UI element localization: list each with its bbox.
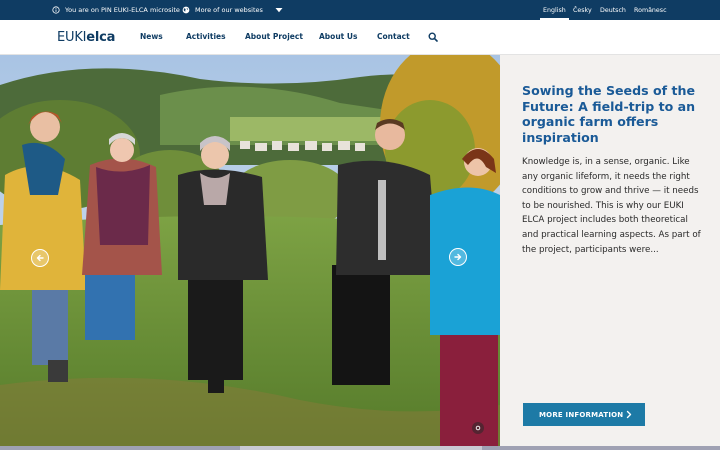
site-logo[interactable]: EUKIelca	[57, 30, 115, 45]
carousel-dot[interactable]	[472, 422, 484, 434]
lang-romanian[interactable]: Românesc	[634, 0, 667, 20]
nav-about-us[interactable]: About Us	[319, 32, 357, 41]
arrow-left-circle-icon	[36, 254, 44, 262]
nav-news[interactable]: News	[140, 32, 163, 41]
more-websites-dropdown[interactable]: More of our websites	[182, 0, 283, 20]
logo-elca: elca	[86, 30, 116, 45]
bottom-strip	[0, 446, 720, 450]
nav-activities[interactable]: Activities	[186, 32, 226, 41]
strip-segment	[0, 446, 240, 450]
lang-german[interactable]: Deutsch	[600, 0, 626, 20]
hero-photo-illustration	[0, 55, 500, 450]
top-bar: You are on PIN EUKI-ELCA microsite More …	[0, 0, 720, 20]
nav-contact[interactable]: Contact	[377, 32, 410, 41]
websites-label: More of our websites	[195, 6, 263, 14]
microsite-notice: You are on PIN EUKI-ELCA microsite	[52, 0, 180, 20]
main-nav: EUKIelca News Activities About Project A…	[0, 20, 720, 55]
logo-euki: EUKI	[57, 30, 87, 45]
caret-down-icon	[275, 8, 283, 13]
strip-segment	[482, 446, 720, 450]
lang-english[interactable]: English	[540, 0, 569, 20]
more-information-button[interactable]: MORE INFORMATION	[523, 403, 645, 426]
globe-icon	[182, 6, 190, 14]
carousel-prev-button[interactable]	[31, 249, 49, 267]
hero-image	[0, 55, 500, 450]
info-circle-icon	[52, 6, 60, 14]
lang-czech[interactable]: Česky	[573, 0, 592, 20]
search-icon[interactable]	[428, 32, 438, 42]
article-panel: Sowing the Seeds of the Future: A field-…	[500, 55, 720, 446]
article-title[interactable]: Sowing the Seeds of the Future: A field-…	[522, 83, 707, 145]
microsite-label: You are on PIN EUKI-ELCA microsite	[65, 6, 180, 14]
nav-about-project[interactable]: About Project	[245, 32, 303, 41]
person-blue-jacket	[430, 148, 500, 450]
carousel-next-button[interactable]	[449, 248, 467, 266]
chevron-right-icon	[626, 410, 632, 419]
article-excerpt: Knowledge is, in a sense, organic. Like …	[522, 157, 701, 255]
more-information-label: MORE INFORMATION	[539, 410, 624, 419]
dot-icon	[475, 425, 481, 431]
arrow-right-circle-icon	[454, 253, 462, 261]
